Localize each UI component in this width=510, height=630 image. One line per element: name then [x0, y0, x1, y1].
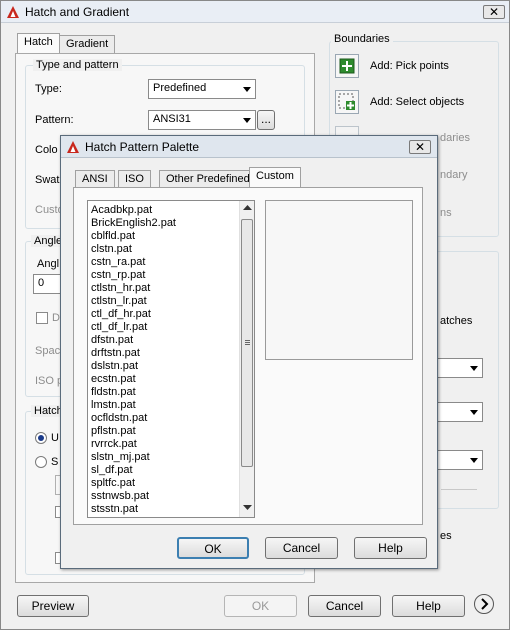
palette-ok-button[interactable]: OK	[177, 537, 249, 559]
palette-cancel-button[interactable]: Cancel	[265, 537, 338, 559]
pattern-list-item[interactable]: ctl_df_hr.pat	[91, 308, 151, 321]
palette-help-button[interactable]: Help	[354, 537, 427, 559]
pattern-list-item[interactable]: pflstn.pat	[91, 425, 136, 438]
pattern-value: ANSI31	[153, 113, 191, 125]
pattern-list-item[interactable]: ctlstn_lr.pat	[91, 295, 147, 308]
type-label: Type:	[35, 83, 62, 95]
angle-label: Angl	[37, 258, 60, 270]
tab-other-predefined[interactable]: Other Predefined	[159, 170, 257, 188]
chevron-right-icon	[481, 598, 489, 610]
scroll-down-icon[interactable]	[243, 505, 252, 511]
view-selections-label: ns	[440, 207, 452, 219]
main-ok-button[interactable]: OK	[224, 595, 297, 617]
specified-origin-label: S	[51, 456, 59, 468]
pattern-label: Pattern:	[35, 114, 74, 126]
transparency-slider-track[interactable]	[441, 489, 477, 490]
add-select-objects-icon	[338, 93, 355, 110]
select-objects-button[interactable]	[335, 90, 359, 114]
pattern-list-item[interactable]: slstn_mj.pat	[91, 451, 150, 464]
swatch-label: Swat	[35, 174, 60, 186]
palette-close-button[interactable]: ✕	[409, 140, 431, 154]
more-options-button[interactable]	[474, 594, 494, 614]
custom-pattern-list[interactable]: Acadbkp.pat BrickEnglish2.pat cblfld.pat cl…	[87, 200, 255, 518]
autocad-logo-icon	[67, 141, 79, 153]
tab-hatch[interactable]: Hatch	[17, 33, 60, 53]
pattern-browse-button[interactable]: ...	[257, 110, 275, 130]
palette-title: Hatch Pattern Palette	[85, 140, 200, 154]
specified-origin-radio[interactable]	[35, 456, 47, 468]
use-current-origin-radio[interactable]	[35, 432, 47, 444]
pattern-list-item[interactable]: lmstn.pat	[91, 399, 136, 412]
scroll-thumb[interactable]	[241, 219, 253, 467]
color-label: Colo	[35, 144, 58, 156]
pick-points-button[interactable]	[335, 54, 359, 78]
chevron-down-icon	[470, 366, 478, 371]
pattern-list-item[interactable]: clstn.pat	[91, 243, 132, 256]
add-pick-points-icon	[339, 58, 355, 74]
add-pick-points-label[interactable]: Add: Pick points	[370, 60, 449, 72]
type-pattern-legend: Type and pattern	[33, 59, 122, 71]
main-help-button[interactable]: Help	[392, 595, 465, 617]
use-current-origin-label: U	[51, 432, 59, 444]
separate-hatches-label: atches	[440, 315, 473, 327]
pattern-list-item[interactable]: ocfldstn.pat	[91, 412, 147, 425]
chevron-down-icon	[243, 87, 251, 92]
radio-dot	[38, 435, 44, 441]
double-label: D	[52, 312, 60, 324]
pattern-list-item[interactable]: stsstn.pat	[91, 503, 138, 516]
pattern-list-item[interactable]: cstn_ra.pat	[91, 256, 145, 269]
pattern-list-item[interactable]: dfstn.pat	[91, 334, 133, 347]
pattern-list-item[interactable]: Acadbkp.pat	[91, 204, 152, 217]
chevron-down-icon	[470, 458, 478, 463]
pattern-list-item[interactable]: spltfc.pat	[91, 477, 135, 490]
chevron-down-icon	[470, 410, 478, 415]
pattern-list-item[interactable]: dslstn.pat	[91, 360, 138, 373]
angle-value: 0	[38, 277, 45, 289]
pattern-list-item[interactable]: BrickEnglish2.pat	[91, 217, 176, 230]
main-cancel-button[interactable]: Cancel	[308, 595, 381, 617]
spacing-label: Spac	[35, 345, 61, 357]
pattern-list-item[interactable]: drftstn.pat	[91, 347, 140, 360]
scroll-up-icon[interactable]	[243, 205, 252, 211]
tab-ansi[interactable]: ANSI	[75, 170, 115, 188]
annotative-label: es	[440, 530, 452, 542]
pattern-list-item[interactable]: sstnwsb.pat	[91, 490, 149, 503]
pattern-list-item[interactable]: ctlstn_hr.pat	[91, 282, 150, 295]
tab-custom[interactable]: Custom	[249, 167, 301, 187]
add-select-objects-label[interactable]: Add: Select objects	[370, 96, 464, 108]
main-title: Hatch and Gradient	[25, 5, 130, 19]
autocad-logo-icon	[7, 6, 19, 18]
hatch-pattern-palette-dialog: Hatch Pattern Palette ✕ ANSI ISO Other P…	[60, 135, 438, 569]
remove-boundaries-label: daries	[440, 132, 470, 144]
double-checkbox[interactable]	[36, 312, 48, 324]
pattern-list-item[interactable]: rvrrck.pat	[91, 438, 137, 451]
preview-button[interactable]: Preview	[17, 595, 89, 617]
palette-title-bar: Hatch Pattern Palette ✕	[61, 136, 437, 158]
pattern-select[interactable]: ANSI31	[148, 110, 256, 130]
pattern-list-scrollbar[interactable]	[239, 201, 254, 517]
tab-iso[interactable]: ISO	[118, 170, 151, 188]
pattern-list-item[interactable]: ecstn.pat	[91, 373, 136, 386]
pattern-preview-box	[265, 200, 413, 360]
tab-gradient[interactable]: Gradient	[59, 35, 116, 53]
iso-pen-width-label: ISO p	[35, 375, 64, 387]
main-close-button[interactable]: ✕	[483, 5, 505, 19]
pattern-list-item[interactable]: cblfld.pat	[91, 230, 135, 243]
pattern-list-item[interactable]: ctl_df_lr.pat	[91, 321, 147, 334]
pattern-list-item[interactable]: cstn_rp.pat	[91, 269, 145, 282]
recreate-boundary-label: ndary	[440, 169, 468, 181]
main-title-bar: Hatch and Gradient ✕	[1, 1, 509, 23]
pattern-list-item[interactable]: fldstn.pat	[91, 386, 136, 399]
type-select[interactable]: Predefined	[148, 79, 256, 99]
grip-icon	[245, 340, 250, 341]
chevron-down-icon	[243, 118, 251, 123]
boundaries-legend: Boundaries	[331, 33, 393, 45]
type-value: Predefined	[153, 82, 207, 94]
pattern-list-item[interactable]: sl_df.pat	[91, 464, 133, 477]
